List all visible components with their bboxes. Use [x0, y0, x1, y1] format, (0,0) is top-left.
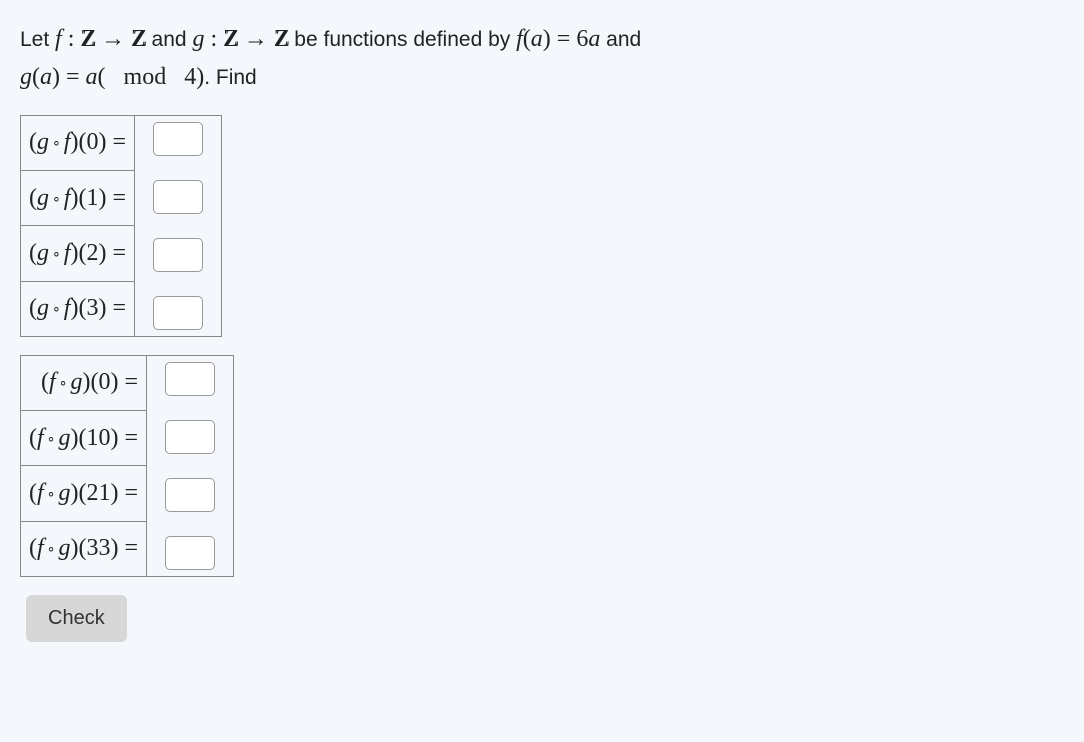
compose-icon: ∘ — [44, 542, 59, 557]
math-a: a — [531, 26, 543, 52]
math-integers: Z — [223, 20, 238, 58]
label-fog-0: (f∘g)(0) = — [21, 355, 147, 410]
math-eq: = — [60, 64, 86, 90]
input-fog-2[interactable] — [165, 478, 215, 512]
input-gof-0[interactable] — [153, 122, 203, 156]
question-text: Let f : Z → Z and g : Z → Z be functions… — [20, 20, 1064, 97]
math-paren: ( — [523, 26, 531, 52]
math-paren: ) — [52, 64, 60, 90]
label-gof-1: (g∘f)(1) = — [21, 171, 135, 226]
math-a: a — [40, 64, 52, 90]
input-column-fog — [146, 355, 233, 576]
input-gof-3[interactable] — [153, 296, 203, 330]
math-a: a — [86, 64, 98, 90]
math-colon: : — [62, 26, 81, 52]
table-row: (g∘f)(0) = — [21, 115, 222, 170]
input-fog-1[interactable] — [165, 420, 215, 454]
label-fog-1: (f∘g)(10) = — [21, 411, 147, 466]
table-gof: (g∘f)(0) = (g∘f)(1) = (g∘f)(2) = (g∘f)(3… — [20, 115, 222, 337]
math-space — [166, 64, 178, 90]
math-mod: mod — [124, 64, 167, 90]
check-button[interactable]: Check — [26, 595, 127, 642]
math-paren: ( — [98, 64, 106, 90]
math-colon: : — [204, 26, 223, 52]
text-be-defined: be functions defined by — [288, 28, 516, 51]
math-g: g — [20, 64, 32, 90]
input-fog-0[interactable] — [165, 362, 215, 396]
label-gof-3: (g∘f)(3) = — [21, 281, 135, 336]
label-gof-2: (g∘f)(2) = — [21, 226, 135, 281]
label-fog-2: (f∘g)(21) = — [21, 466, 147, 521]
table-fog: (f∘g)(0) = (f∘g)(10) = (f∘g)(21) = (f∘g)… — [20, 355, 234, 577]
math-integers: Z — [274, 20, 289, 58]
math-integers: Z — [131, 20, 146, 58]
input-gof-2[interactable] — [153, 238, 203, 272]
compose-icon: ∘ — [56, 376, 71, 391]
label-gof-0: (g∘f)(0) = — [21, 115, 135, 170]
input-fog-3[interactable] — [165, 536, 215, 570]
math-space — [106, 64, 124, 90]
compose-icon: ∘ — [49, 136, 64, 151]
compose-icon: ∘ — [49, 192, 64, 207]
math-paren: ( — [32, 64, 40, 90]
table-row: (f∘g)(0) = — [21, 355, 234, 410]
math-arrow: → — [238, 26, 274, 52]
math-f: f — [516, 26, 523, 52]
text-and: and — [600, 28, 641, 51]
label-fog-3: (f∘g)(33) = — [21, 521, 147, 576]
math-g: g — [192, 26, 204, 52]
math-f: f — [55, 26, 62, 52]
input-gof-1[interactable] — [153, 180, 203, 214]
math-arrow: → — [95, 26, 131, 52]
text-let: Let — [20, 28, 55, 51]
compose-icon: ∘ — [49, 302, 64, 317]
input-column-gof — [134, 115, 221, 336]
math-4: 4 — [178, 64, 196, 90]
compose-icon: ∘ — [44, 432, 59, 447]
compose-icon: ∘ — [44, 487, 59, 502]
math-paren: ) — [543, 26, 551, 52]
text-find: . Find — [204, 66, 257, 89]
math-integers: Z — [80, 20, 95, 58]
compose-icon: ∘ — [49, 247, 64, 262]
math-6: 6 — [576, 26, 588, 52]
math-eq: = — [551, 26, 577, 52]
text-and: and — [146, 28, 193, 51]
math-a: a — [588, 26, 600, 52]
